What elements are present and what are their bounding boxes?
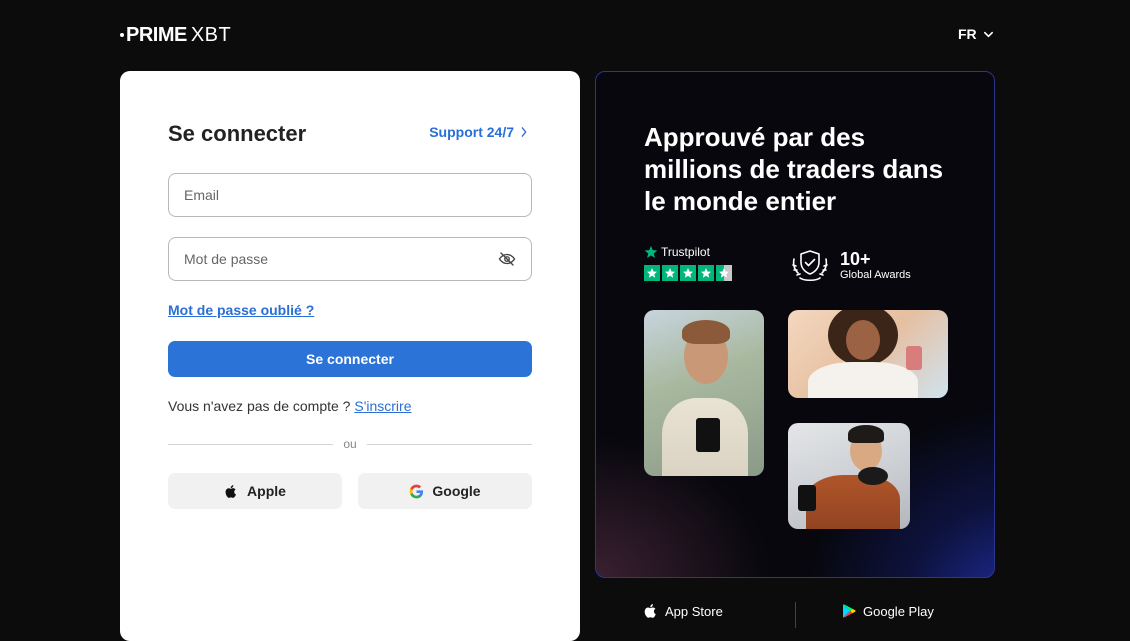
trustpilot-rating: Trustpilot <box>644 245 732 281</box>
divider-text: ou <box>343 437 357 451</box>
password-field[interactable] <box>168 237 532 281</box>
top-bar: PRIME XBT FR <box>0 0 1130 70</box>
awards-count: 10+ <box>840 249 871 269</box>
photo-phone <box>798 485 816 511</box>
promo-panel: Approuvé par des millions de traders dan… <box>595 71 995 578</box>
awards-text: 10+ Global Awards <box>840 249 911 281</box>
global-awards: 10+ Global Awards <box>788 245 911 285</box>
star-1 <box>644 265 660 281</box>
login-submit-button[interactable]: Se connecter <box>168 341 532 377</box>
trustpilot-stars <box>644 265 732 281</box>
photo-figure-body <box>806 475 900 529</box>
apple-icon <box>644 604 656 618</box>
star-5 <box>716 265 732 281</box>
primexbt-logo[interactable]: PRIME XBT <box>120 24 231 47</box>
photo-figure-hair <box>848 425 884 443</box>
chevron-right-icon <box>521 127 527 137</box>
trader-photo-man <box>644 310 764 476</box>
language-code: FR <box>958 26 977 42</box>
star-icon <box>701 268 711 278</box>
photo-figure-body <box>808 362 918 398</box>
photo-figure-head <box>846 320 880 360</box>
password-input[interactable] <box>184 251 498 267</box>
divider-line-right <box>366 443 533 445</box>
trustpilot-label: Trustpilot <box>661 245 710 259</box>
star-icon <box>647 268 657 278</box>
signup-prompt: Vous n'avez pas de compte ? S'inscrire <box>168 398 412 414</box>
apps-separator <box>795 602 796 628</box>
no-account-text: Vous n'avez pas de compte ? <box>168 398 351 414</box>
apple-login-button[interactable]: Apple <box>168 473 342 509</box>
google-icon <box>410 484 424 498</box>
google-label: Google <box>432 483 481 499</box>
star-4 <box>698 265 714 281</box>
google-play-label: Google Play <box>863 603 934 619</box>
support-link[interactable]: Support 24/7 <box>429 124 528 140</box>
star-icon <box>665 268 675 278</box>
photo-headphones <box>858 467 888 485</box>
chevron-down-icon <box>983 31 993 37</box>
logo-xbt-text: XBT <box>190 24 232 46</box>
awards-label: Global Awards <box>840 269 911 281</box>
email-input[interactable] <box>184 187 516 203</box>
login-title: Se connecter <box>168 121 307 146</box>
star-icon <box>683 268 693 278</box>
trader-photo-man-headphones <box>788 423 910 529</box>
photo-phone <box>906 346 922 370</box>
signup-link[interactable]: S'inscrire <box>354 398 411 414</box>
photo-figure-hair <box>682 320 730 344</box>
logo-prime-text: PRIME <box>126 24 187 46</box>
laurel-shield-icon <box>792 250 828 282</box>
logo-dot <box>120 32 124 37</box>
app-store-label: App Store <box>665 603 723 619</box>
forgot-password-link[interactable]: Mot de passe oublié ? <box>168 302 314 318</box>
eye-off-icon[interactable] <box>498 250 516 268</box>
google-login-button[interactable]: Google <box>358 473 532 509</box>
app-downloads: App Store Google Play <box>595 600 995 628</box>
star-3 <box>680 265 696 281</box>
trustpilot-brand: Trustpilot <box>644 245 732 259</box>
star-2 <box>662 265 678 281</box>
google-play-icon <box>843 604 856 618</box>
language-selector[interactable]: FR <box>958 26 994 42</box>
photo-phone <box>696 418 720 452</box>
app-store-link[interactable]: App Store <box>643 603 723 619</box>
star-icon <box>719 268 729 278</box>
promo-title: Approuvé par des millions de traders dan… <box>644 122 944 216</box>
apple-icon <box>225 484 236 498</box>
email-field[interactable] <box>168 173 532 217</box>
apple-label: Apple <box>247 483 286 499</box>
trader-photo-woman <box>788 310 948 398</box>
login-card: Se connecter Support 24/7 Mot de passe o… <box>120 71 580 641</box>
or-divider: ou <box>168 437 533 451</box>
divider-line-left <box>168 443 334 445</box>
trustpilot-star-icon <box>644 245 658 258</box>
google-play-link[interactable]: Google Play <box>841 603 934 619</box>
support-label: Support 24/7 <box>429 124 514 140</box>
